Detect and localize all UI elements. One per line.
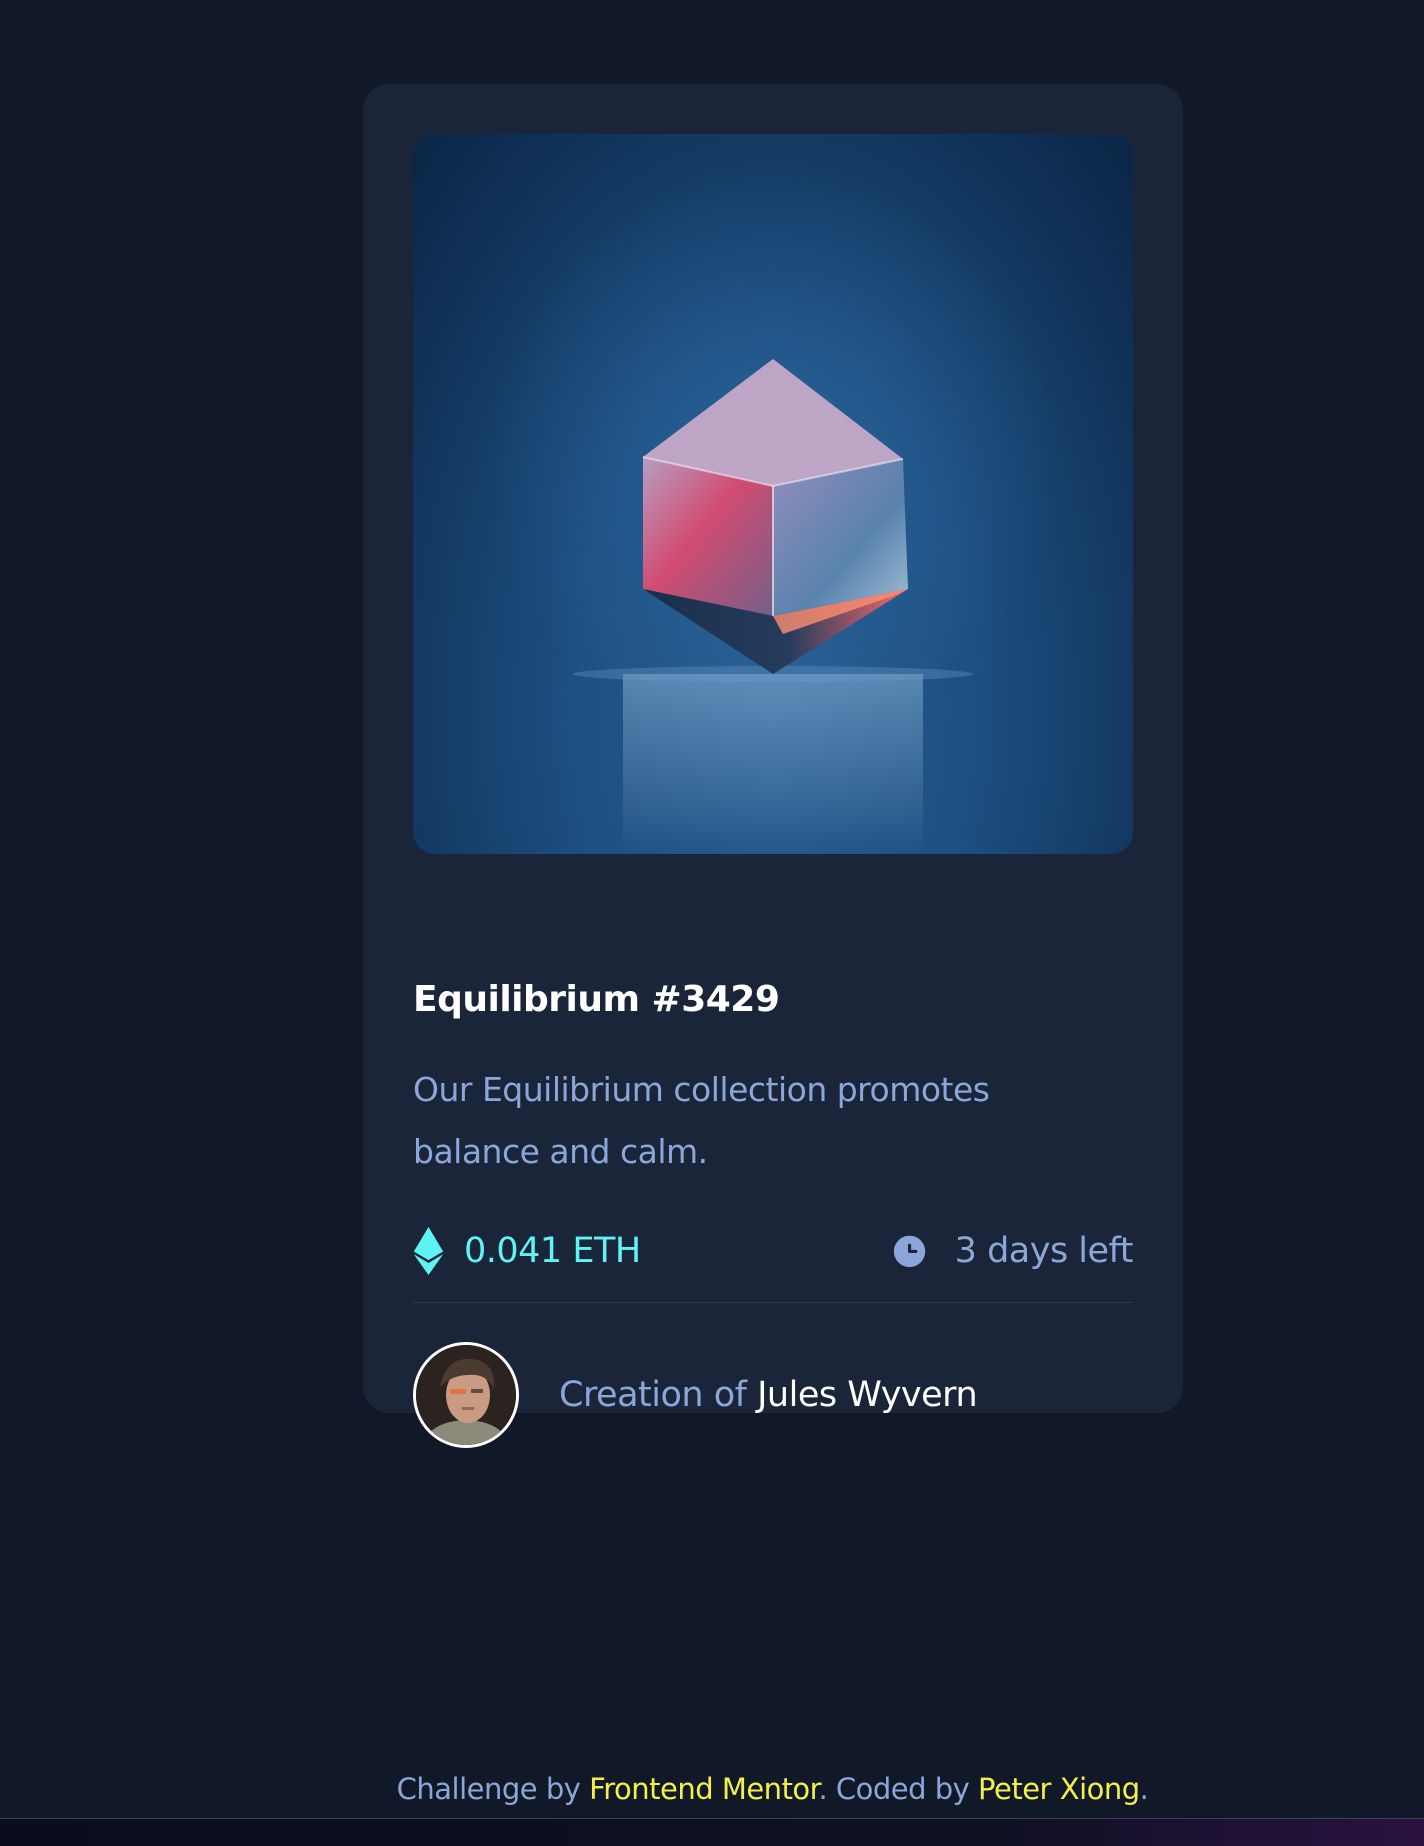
creator-prefix: Creation of [559,1375,747,1415]
nft-card: Equilibrium #3429 Our Equilibrium collec… [363,84,1183,1448]
attribution: Challenge by Frontend Mentor. Coded by P… [0,1772,1424,1806]
nft-image[interactable] [413,134,1133,854]
creator-info: Creation of Jules Wyvern [413,1342,978,1448]
coded-prefix: . Coded by [818,1772,970,1806]
cube-artwork [413,134,1133,854]
creator-name-link[interactable]: Jules Wyvern [757,1375,978,1415]
challenge-prefix: Challenge by [396,1772,581,1806]
time-left-value: 3 days left [954,1231,1134,1271]
author-link[interactable]: Peter Xiong [978,1772,1140,1806]
attribution-suffix: . [1139,1772,1149,1806]
nft-title[interactable]: Equilibrium #3429 [413,979,780,1020]
price-value: 0.041 ETH [464,1231,641,1271]
nft-description: Our Equilibrium collection promotes bala… [413,1070,990,1171]
creator-text: Creation of Jules Wyvern [559,1375,978,1415]
clock-icon [890,1231,930,1271]
ethereum-icon [413,1227,444,1275]
time-info: 3 days left [890,1226,1134,1276]
avatar [413,1342,519,1448]
divider [413,1302,1133,1303]
bottom-bar [0,1818,1424,1846]
nft-stats: 0.041 ETH 3 days left [413,1226,1134,1276]
frontend-mentor-link[interactable]: Frontend Mentor [589,1772,819,1806]
price-info: 0.041 ETH [413,1226,641,1276]
avatar-portrait [416,1345,516,1445]
